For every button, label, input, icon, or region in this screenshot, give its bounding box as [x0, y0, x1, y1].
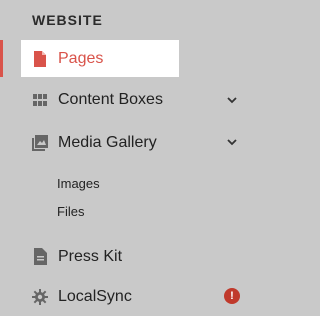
sidebar-item-press-kit[interactable]: Press Kit — [21, 238, 179, 275]
chevron-down-icon[interactable] — [226, 136, 238, 148]
sidebar-item-label: Pages — [58, 49, 104, 67]
sidebar-item-content-boxes[interactable]: Content Boxes — [21, 81, 179, 118]
sidebar-item-label: Media Gallery — [58, 133, 157, 151]
section-title: WEBSITE — [32, 12, 103, 28]
active-indicator — [0, 40, 3, 77]
page-icon — [32, 50, 48, 68]
sidebar-subitem-images[interactable]: Images — [57, 176, 100, 191]
alert-icon: ! — [224, 288, 240, 304]
sidebar-item-pages[interactable]: Pages — [21, 40, 179, 77]
sidebar-item-label: Content Boxes — [58, 90, 163, 108]
gear-icon — [32, 288, 48, 306]
sidebar-item-media-gallery[interactable]: Media Gallery — [21, 124, 179, 161]
grid-icon — [32, 91, 48, 109]
sidebar-subitem-files[interactable]: Files — [57, 204, 84, 219]
gallery-icon — [32, 134, 48, 152]
chevron-down-icon[interactable] — [226, 94, 238, 106]
sidebar-item-localsync[interactable]: LocalSync — [21, 278, 179, 315]
sidebar-item-label: Press Kit — [58, 247, 123, 265]
document-icon — [32, 248, 48, 266]
sidebar-item-label: LocalSync — [58, 287, 132, 305]
